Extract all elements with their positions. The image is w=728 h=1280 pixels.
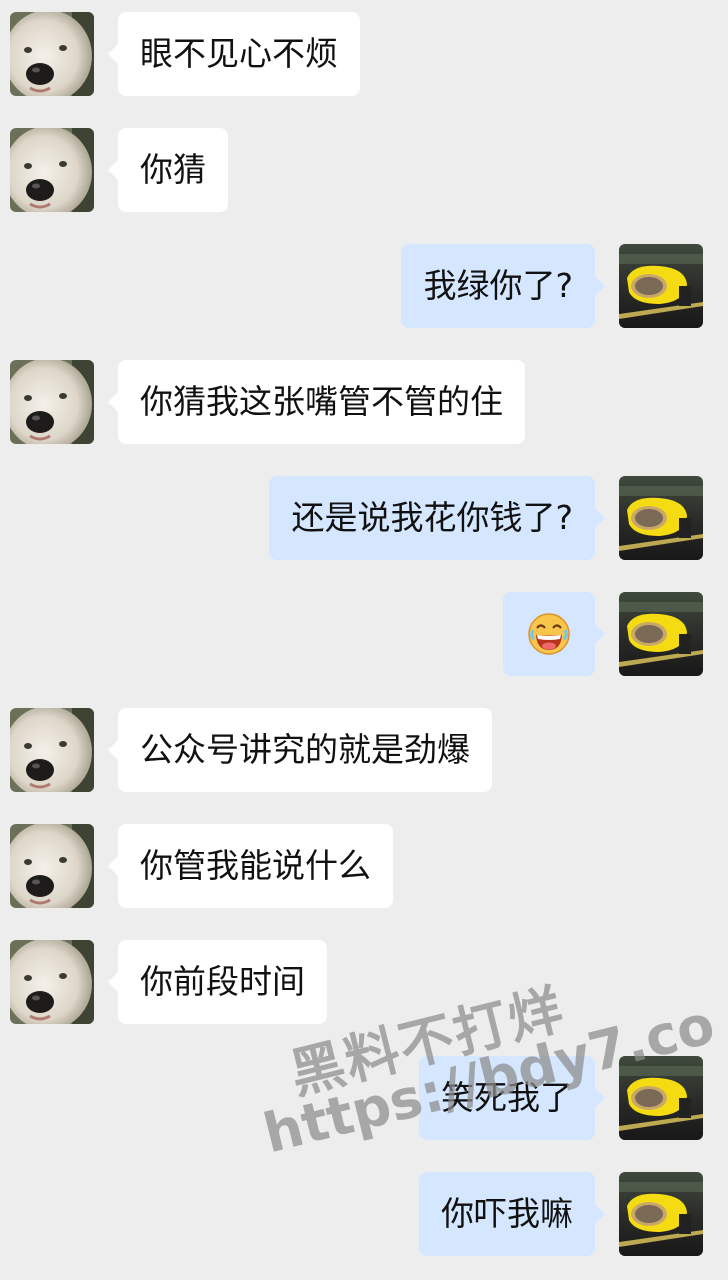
message-row: 还是说我花你钱了?	[0, 476, 728, 560]
dog-avatar[interactable]	[10, 128, 94, 212]
dog-avatar[interactable]	[10, 360, 94, 444]
message-row: 公众号讲究的就是劲爆	[0, 708, 728, 792]
message-row: 你猜	[0, 128, 728, 212]
message-row: 你前段时间	[0, 940, 728, 1024]
message-bubble[interactable]: 你吓我嘛	[419, 1172, 605, 1256]
message-row: 你吓我嘛	[0, 1172, 728, 1256]
message-bubble[interactable]: 你猜	[108, 128, 228, 212]
message-row: 笑死我了	[0, 1056, 728, 1140]
message-bubble[interactable]: 还是说我花你钱了?	[269, 476, 605, 560]
message-row: 你猜我这张嘴管不管的住	[0, 360, 728, 444]
message-bubble[interactable]: 我绿你了?	[401, 244, 605, 328]
message-bubble[interactable]: 笑死我了	[419, 1056, 605, 1140]
dog-avatar[interactable]	[10, 824, 94, 908]
laughing-face-emoji-icon	[527, 612, 571, 656]
yellow-car-mirror-avatar[interactable]	[619, 592, 703, 676]
yellow-car-mirror-avatar[interactable]	[619, 244, 703, 328]
dog-avatar[interactable]	[10, 12, 94, 96]
yellow-car-mirror-avatar[interactable]	[619, 1056, 703, 1140]
dog-avatar[interactable]	[10, 940, 94, 1024]
message-bubble[interactable]: 你猜我这张嘴管不管的住	[108, 360, 525, 444]
yellow-car-mirror-avatar[interactable]	[619, 1172, 703, 1256]
yellow-car-mirror-avatar[interactable]	[619, 476, 703, 560]
message-bubble[interactable]: 你管我能说什么	[108, 824, 393, 908]
message-bubble[interactable]: 眼不见心不烦	[108, 12, 360, 96]
message-row: 你管我能说什么	[0, 824, 728, 908]
message-bubble[interactable]: 公众号讲究的就是劲爆	[108, 708, 492, 792]
message-row: 我绿你了?	[0, 244, 728, 328]
message-row: 眼不见心不烦	[0, 12, 728, 96]
message-bubble[interactable]: 你前段时间	[108, 940, 327, 1024]
dog-avatar[interactable]	[10, 708, 94, 792]
message-row	[0, 592, 728, 676]
message-bubble[interactable]	[503, 592, 605, 676]
